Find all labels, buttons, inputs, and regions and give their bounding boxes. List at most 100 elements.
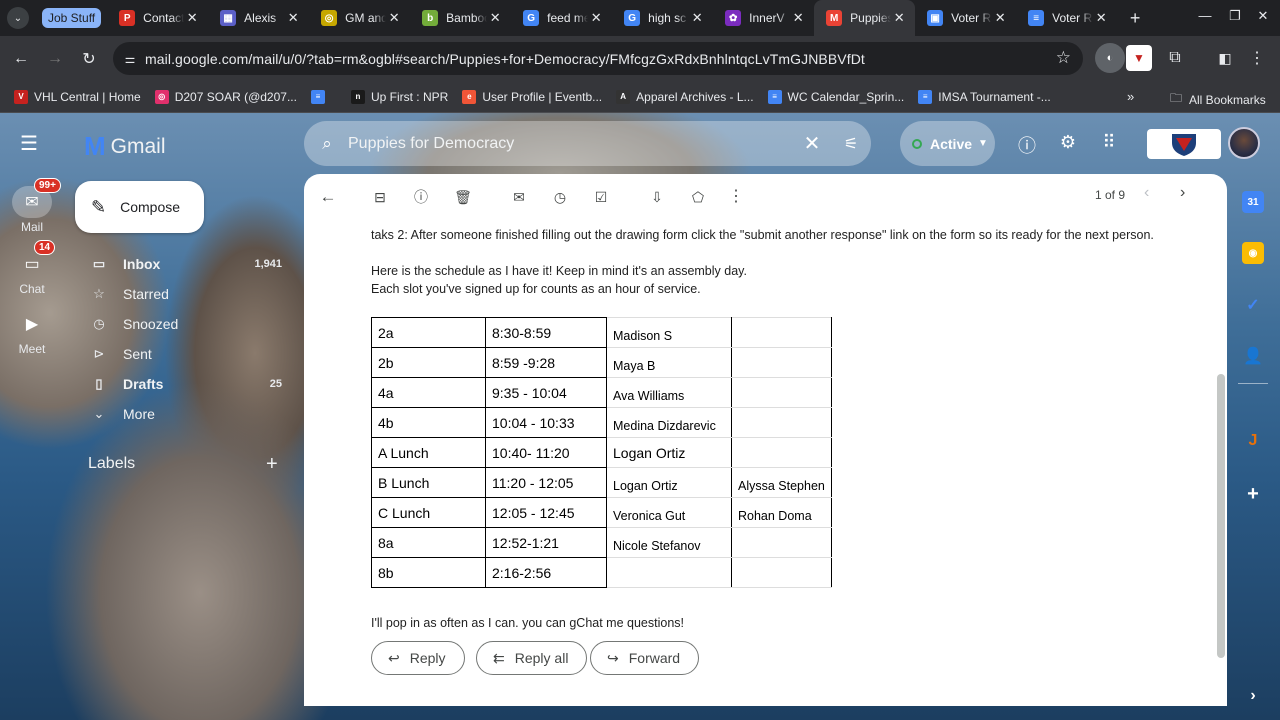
browser-tab[interactable]: ◎ GM and ✕: [309, 0, 410, 36]
tab-search-button[interactable]: ⌄: [7, 7, 29, 29]
expand-panel-icon[interactable]: ›: [1242, 685, 1264, 707]
tab-close-icon[interactable]: ✕: [689, 10, 705, 26]
snooze-icon[interactable]: ◷: [549, 186, 571, 208]
forward-icon[interactable]: →: [38, 42, 72, 76]
tab-close-icon[interactable]: ✕: [285, 10, 301, 26]
reply-button[interactable]: ↩ Reply: [371, 641, 465, 675]
mail-search-bar[interactable]: ⌕ Puppies for Democracy ✕ ⚟: [304, 121, 871, 166]
chrome-menu-icon[interactable]: ⋮: [1242, 43, 1272, 73]
add-to-tasks-icon[interactable]: ☑: [590, 186, 612, 208]
bookmarks-overflow-icon[interactable]: »: [1127, 89, 1134, 104]
browser-tab[interactable]: b Bamboo ✕: [410, 0, 511, 36]
gmail-logo[interactable]: M Gmail: [84, 131, 166, 162]
nav-label: Drafts: [123, 376, 164, 392]
move-to-icon[interactable]: ⇩: [646, 186, 668, 208]
bookmark-item[interactable]: V VHL Central | Home: [14, 89, 141, 104]
keep-icon[interactable]: ◉: [1242, 242, 1264, 264]
tab-close-icon[interactable]: ✕: [386, 10, 402, 26]
tab-group-job-stuff[interactable]: Job Stuff: [42, 8, 102, 28]
extensions-puzzle-icon[interactable]: ⧉: [1160, 43, 1190, 73]
more-options-icon[interactable]: ⋮: [725, 186, 747, 208]
back-icon[interactable]: ←: [4, 42, 38, 76]
bookmark-item[interactable]: e User Profile | Eventb...: [462, 89, 602, 104]
nav-label: More: [123, 406, 155, 422]
volunteer-2-cell: Rohan Doma: [731, 497, 832, 528]
tab-close-icon[interactable]: ✕: [487, 10, 503, 26]
close-window-icon[interactable]: ✕: [1254, 8, 1272, 24]
nav-item-more[interactable]: ⌄ More: [90, 400, 290, 428]
bookmark-item[interactable]: ≡: [310, 89, 331, 104]
reading-pane-scrollbar[interactable]: [1217, 374, 1225, 658]
email-task-line: taks 2: After someone finished filling o…: [371, 228, 1154, 242]
nav-item-snoozed[interactable]: ◷ Snoozed: [90, 310, 290, 338]
contacts-icon[interactable]: 👤: [1242, 345, 1264, 367]
browser-tab[interactable]: Gfeed me ✕: [511, 0, 612, 36]
bookmark-item[interactable]: ≡ IMSA Tournament -...: [918, 89, 1051, 104]
extension-shield-icon[interactable]: ▼: [1126, 45, 1152, 71]
archive-icon[interactable]: ⊟: [369, 186, 391, 208]
site-info-icon[interactable]: ⚌: [115, 52, 145, 66]
google-apps-icon[interactable]: ⠿: [1097, 132, 1121, 156]
bookmark-item[interactable]: ≡ WC Calendar_Sprin...: [767, 89, 904, 104]
report-spam-icon[interactable]: ⓘ: [410, 186, 432, 208]
minimize-icon[interactable]: —: [1196, 8, 1214, 23]
nav-item-inbox[interactable]: ▭ Inbox 1,941: [90, 250, 290, 278]
compose-button[interactable]: ✎ Compose: [75, 181, 204, 233]
maximize-icon[interactable]: ❐: [1226, 8, 1244, 24]
previous-message-icon[interactable]: ‹: [1144, 184, 1149, 202]
tab-close-icon[interactable]: ✕: [588, 10, 604, 26]
account-avatar[interactable]: [1228, 127, 1260, 159]
label-icon[interactable]: ⬠: [687, 186, 709, 208]
status-selector[interactable]: Active ▼: [900, 121, 995, 166]
get-addons-icon[interactable]: +: [1242, 483, 1264, 505]
help-icon[interactable]: ⓘ: [1015, 132, 1039, 156]
browser-tab[interactable]: ≡ Voter R ✕: [1016, 0, 1117, 36]
mark-unread-icon[interactable]: ✉: [508, 186, 530, 208]
tab-close-icon[interactable]: ✕: [891, 10, 907, 26]
tab-close-icon[interactable]: ✕: [790, 10, 806, 26]
browser-tab[interactable]: ✿ InnerV ✕: [713, 0, 814, 36]
search-input[interactable]: Puppies for Democracy: [348, 135, 793, 153]
forward-button[interactable]: ↪ Forward: [590, 641, 700, 675]
nav-item-drafts[interactable]: ▯ Drafts 25: [90, 370, 290, 398]
rail-item-meet[interactable]: ▶ Meet: [0, 308, 64, 356]
bookmark-star-icon[interactable]: ☆: [1056, 48, 1071, 68]
clear-search-icon[interactable]: ✕: [793, 131, 831, 156]
schedule-row: C Lunch 12:05 - 12:45 Veronica Gut Rohan Do…: [371, 497, 832, 528]
settings-gear-icon[interactable]: ⚙: [1056, 132, 1080, 156]
rail-item-chat[interactable]: ▭ 14 Chat: [0, 240, 64, 296]
address-bar[interactable]: ⚌ mail.google.com/mail/u/0/?tab=rm&ogbl#…: [113, 42, 1083, 75]
all-bookmarks[interactable]: 🗀 All Bookmarks: [1170, 89, 1266, 110]
browser-tab[interactable]: ▣ Voter R ✕: [915, 0, 1016, 36]
addon-icon[interactable]: J: [1242, 430, 1264, 452]
nav-item-starred[interactable]: ☆ Starred: [90, 280, 290, 308]
back-to-list-icon[interactable]: ←: [317, 186, 339, 208]
side-panel-icon[interactable]: ◧: [1210, 43, 1240, 73]
tab-close-icon[interactable]: ✕: [1093, 10, 1109, 26]
rail-item-mail[interactable]: ✉ 99+ Mail: [0, 178, 64, 234]
extension-1-icon[interactable]: ◐: [1095, 43, 1125, 73]
create-label-icon[interactable]: +: [266, 453, 278, 476]
nav-item-sent[interactable]: ⊳ Sent: [90, 340, 290, 368]
bookmark-item[interactable]: n Up First : NPR: [350, 89, 448, 104]
new-tab-button[interactable]: +: [1125, 8, 1145, 29]
delete-icon[interactable]: 🗑: [452, 186, 474, 208]
next-message-icon[interactable]: ›: [1180, 184, 1185, 202]
browser-tab[interactable]: Ghigh sc ✕: [612, 0, 713, 36]
calendar-icon[interactable]: 31: [1242, 191, 1264, 213]
browser-tab[interactable]: ▦ Alexis ✕: [208, 0, 309, 36]
tasks-icon[interactable]: ✓: [1242, 294, 1264, 316]
browser-tab[interactable]: P Contact ✕: [107, 0, 208, 36]
tab-favicon-icon: b: [422, 10, 439, 26]
search-options-icon[interactable]: ⚟: [831, 134, 871, 154]
bookmark-item[interactable]: A Apparel Archives - L...: [616, 89, 754, 104]
tab-list: P Contact ✕ ▦ Alexis ✕ ◎ GM and ✕ b Bamboo ✕ Gfeed m…: [107, 0, 1117, 36]
url-text[interactable]: mail.google.com/mail/u/0/?tab=rm&ogbl#se…: [145, 51, 865, 67]
tab-close-icon[interactable]: ✕: [184, 10, 200, 26]
reply-all-button[interactable]: ⇇ Reply all: [476, 641, 588, 675]
search-icon[interactable]: ⌕: [306, 134, 348, 154]
browser-tab[interactable]: M Puppies ✕: [814, 0, 916, 36]
bookmark-item[interactable]: ◎ D207 SOAR (@d207...: [154, 89, 297, 104]
reload-icon[interactable]: ↻: [72, 42, 106, 76]
tab-close-icon[interactable]: ✕: [992, 10, 1008, 26]
